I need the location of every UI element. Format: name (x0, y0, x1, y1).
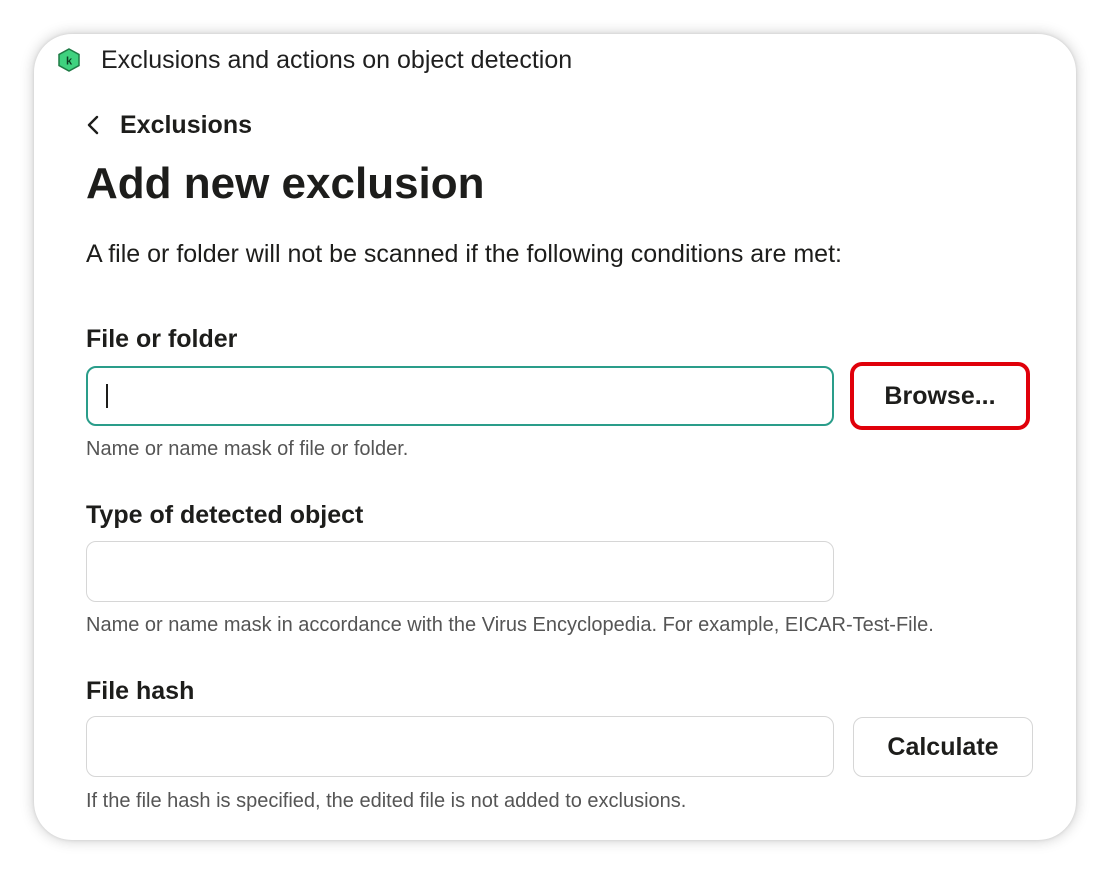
text-caret (106, 384, 108, 408)
detected-object-type-input[interactable] (86, 541, 834, 602)
exclusion-dialog: k Exclusions and actions on object detec… (34, 34, 1076, 840)
window-title: Exclusions and actions on object detecti… (101, 45, 573, 74)
logo-letter: k (66, 56, 73, 68)
page-description: A file or folder will not be scanned if … (86, 240, 842, 268)
detected-object-type-hint: Name or name mask in accordance with the… (86, 614, 934, 636)
kaspersky-logo-icon: k (58, 48, 80, 72)
page-title: Add new exclusion (86, 159, 485, 208)
calculate-button[interactable]: Calculate (853, 717, 1033, 777)
file-hash-input[interactable] (86, 716, 834, 777)
title-bar: k Exclusions and actions on object detec… (58, 44, 572, 76)
browse-button[interactable]: Browse... (854, 366, 1026, 426)
file-hash-label: File hash (86, 677, 195, 705)
file-or-folder-hint: Name or name mask of file or folder. (86, 438, 409, 460)
file-or-folder-label: File or folder (86, 325, 238, 353)
detected-object-type-label: Type of detected object (86, 501, 364, 529)
file-hash-hint: If the file hash is specified, the edite… (86, 790, 687, 812)
chevron-left-icon (86, 114, 100, 136)
back-link-label: Exclusions (120, 110, 252, 139)
back-link[interactable]: Exclusions (86, 108, 252, 142)
file-or-folder-input[interactable] (86, 366, 834, 426)
